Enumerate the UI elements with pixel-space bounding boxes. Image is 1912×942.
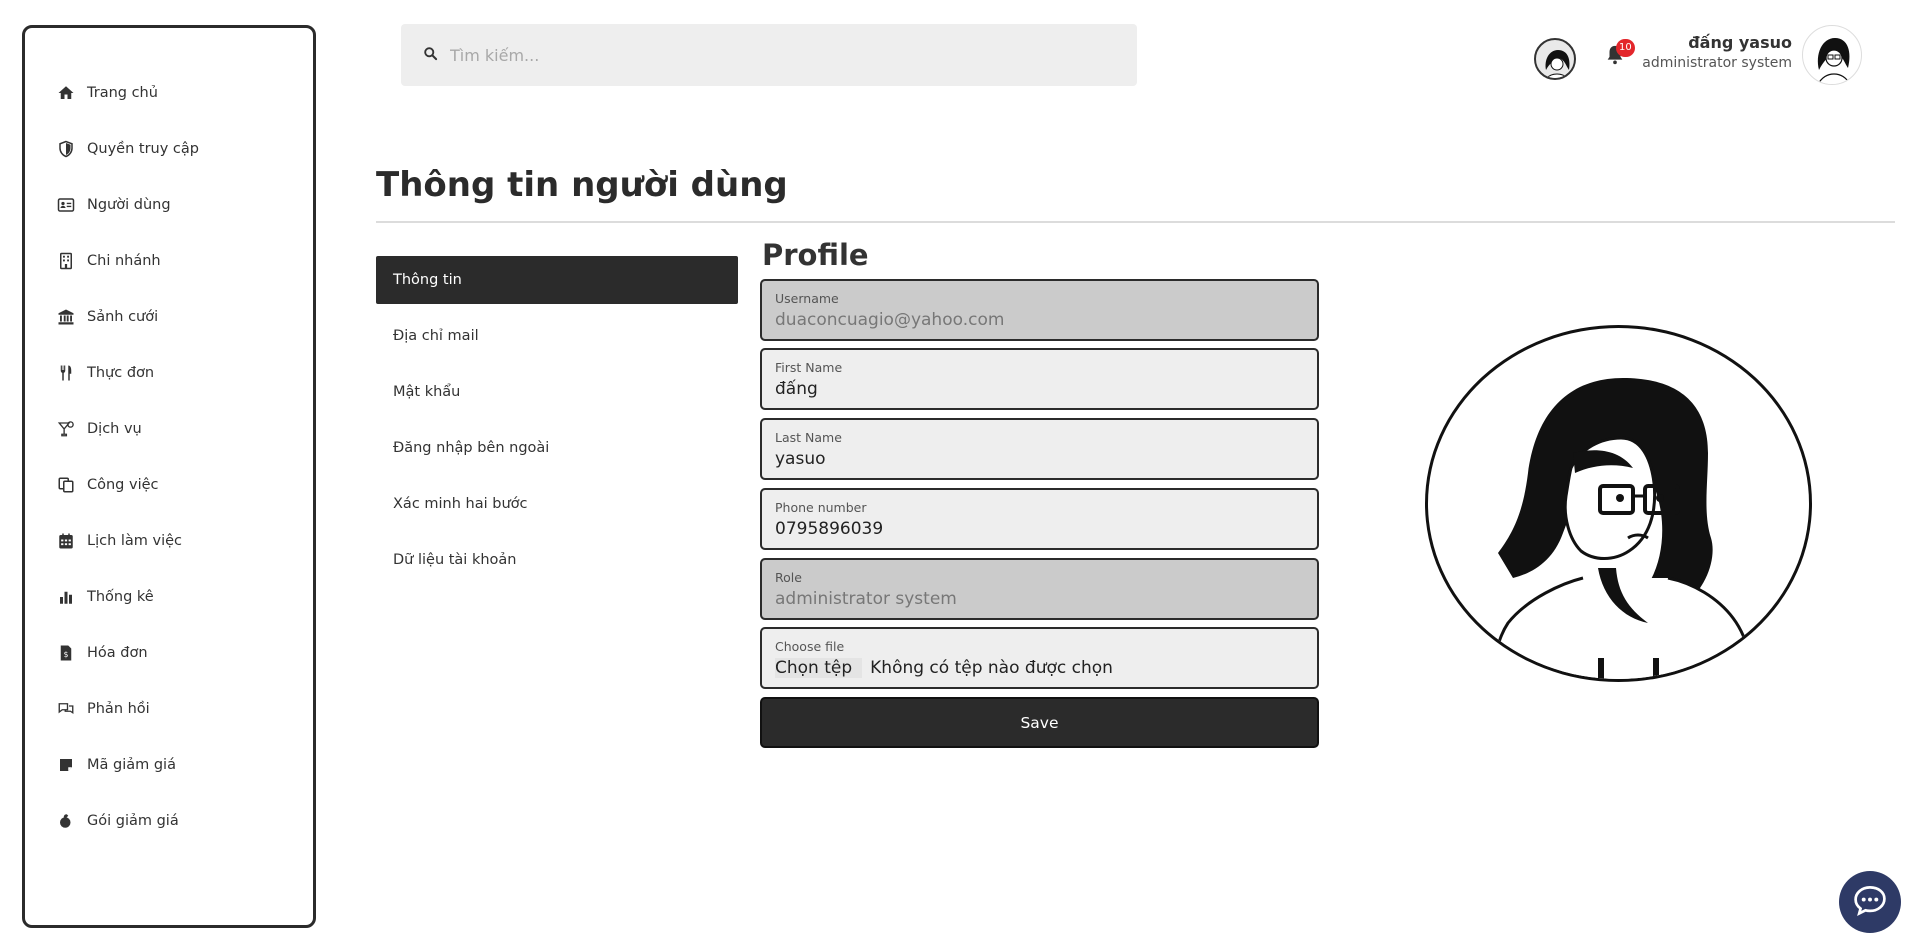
phone-value[interactable]: 0795896039 — [775, 519, 1304, 539]
search-bar[interactable] — [401, 24, 1137, 86]
sidebar-item-halls[interactable]: Sảnh cưới — [55, 302, 158, 332]
chat-icon — [1852, 882, 1888, 922]
sidebar-item-label: Quyền truy cập — [87, 141, 199, 157]
profile-heading: Profile — [762, 238, 869, 272]
first-name-value[interactable]: đấng — [775, 379, 1304, 399]
copy-icon — [55, 474, 77, 496]
first-name-label: First Name — [775, 360, 843, 375]
role-label: Role — [775, 570, 802, 585]
page-title: Thông tin người dùng — [376, 165, 788, 205]
bank-icon — [55, 306, 77, 328]
sidebar-item-home[interactable]: Trang chủ — [55, 78, 158, 108]
sidebar-item-packages[interactable]: Gói giảm giá — [55, 806, 179, 836]
sidebar-item-branches[interactable]: Chi nhánh — [55, 246, 161, 276]
calendar-icon — [55, 530, 77, 552]
sidebar-item-label: Thống kê — [87, 589, 154, 605]
shield-icon — [55, 138, 77, 160]
id-card-icon — [55, 194, 77, 216]
role-field: Role administrator system — [760, 558, 1319, 620]
avatar[interactable] — [1534, 38, 1576, 80]
last-name-label: Last Name — [775, 430, 842, 445]
file-status: Không có tệp nào được chọn — [870, 658, 1113, 678]
sidebar-item-label: Thực đơn — [87, 365, 155, 381]
sidebar-item-stats[interactable]: Thống kê — [55, 582, 154, 612]
sidebar-item-label: Công việc — [87, 477, 159, 493]
tab-external-login[interactable]: Đăng nhập bên ngoài — [376, 424, 738, 472]
comments-icon — [55, 698, 77, 720]
chart-icon — [55, 586, 77, 608]
tab-two-factor[interactable]: Xác minh hai bước — [376, 480, 738, 528]
sidebar-item-feedback[interactable]: Phản hồi — [55, 694, 150, 724]
file-field[interactable]: Choose file Chọn tệp Không có tệp nào đượ… — [760, 627, 1319, 689]
username-value: duaconcuagio@yahoo.com — [775, 310, 1005, 330]
sidebar-item-menu[interactable]: Thực đơn — [55, 358, 154, 388]
divider — [376, 221, 1895, 223]
user-role: administrator system — [1642, 55, 1792, 71]
sidebar-item-label: Trang chủ — [87, 85, 158, 101]
tab-info[interactable]: Thông tin — [376, 256, 738, 304]
utensils-icon — [55, 362, 77, 384]
sidebar-item-label: Gói giảm giá — [87, 813, 179, 829]
sidebar-item-label: Sảnh cưới — [87, 309, 159, 325]
cocktail-icon — [55, 418, 77, 440]
sidebar-item-label: Người dùng — [87, 197, 171, 213]
sidebar-item-label: Lịch làm việc — [87, 533, 183, 549]
sidebar-item-schedule[interactable]: Lịch làm việc — [55, 526, 182, 556]
tab-password[interactable]: Mật khẩu — [376, 368, 738, 416]
sidebar-item-tasks[interactable]: Công việc — [55, 470, 159, 500]
sidebar-item-access[interactable]: Quyền truy cập — [55, 134, 199, 164]
sidebar-item-label: Hóa đơn — [87, 645, 148, 661]
phone-field[interactable]: Phone number 0795896039 — [760, 488, 1319, 550]
svg-text:$: $ — [64, 650, 69, 659]
file-label: Choose file — [775, 639, 845, 654]
sidebar-item-users[interactable]: Người dùng — [55, 190, 171, 220]
sidebar-item-coupons[interactable]: Mã giảm giá — [55, 750, 176, 780]
sidebar: Trang chủ Quyền truy cập Người dùng Chi … — [22, 25, 316, 928]
sidebar-item-services[interactable]: Dịch vụ — [55, 414, 142, 444]
role-value: administrator system — [775, 589, 957, 609]
sidebar-item-label: Chi nhánh — [87, 253, 161, 269]
tab-email[interactable]: Địa chỉ mail — [376, 312, 738, 360]
search-icon — [423, 46, 450, 65]
username-field: Username duaconcuagio@yahoo.com — [760, 279, 1319, 341]
chat-button[interactable] — [1839, 871, 1901, 933]
choose-file-button[interactable]: Chọn tệp — [775, 658, 863, 678]
save-button[interactable]: Save — [760, 697, 1319, 748]
sidebar-item-label: Phản hồi — [87, 701, 150, 717]
profile-avatar — [1425, 325, 1812, 682]
building-icon — [55, 250, 77, 272]
sidebar-item-invoices[interactable]: $ Hóa đơn — [55, 638, 148, 668]
user-avatar[interactable] — [1802, 25, 1862, 85]
first-name-field[interactable]: First Name đấng — [760, 348, 1319, 410]
note-icon — [55, 754, 77, 776]
search-input[interactable] — [450, 45, 1110, 65]
home-icon — [55, 82, 77, 104]
invoice-icon: $ — [55, 642, 77, 664]
last-name-value[interactable]: yasuo — [775, 449, 1304, 469]
phone-label: Phone number — [775, 500, 867, 515]
bag-icon — [55, 810, 77, 832]
sidebar-item-label: Dịch vụ — [87, 421, 142, 437]
notification-badge: 10 — [1616, 39, 1635, 57]
username-label: Username — [775, 291, 839, 306]
last-name-field[interactable]: Last Name yasuo — [760, 418, 1319, 480]
sidebar-item-label: Mã giảm giá — [87, 757, 176, 773]
user-name[interactable]: đấng yasuo — [1688, 33, 1792, 52]
tab-account-data[interactable]: Dữ liệu tài khoản — [376, 536, 738, 584]
